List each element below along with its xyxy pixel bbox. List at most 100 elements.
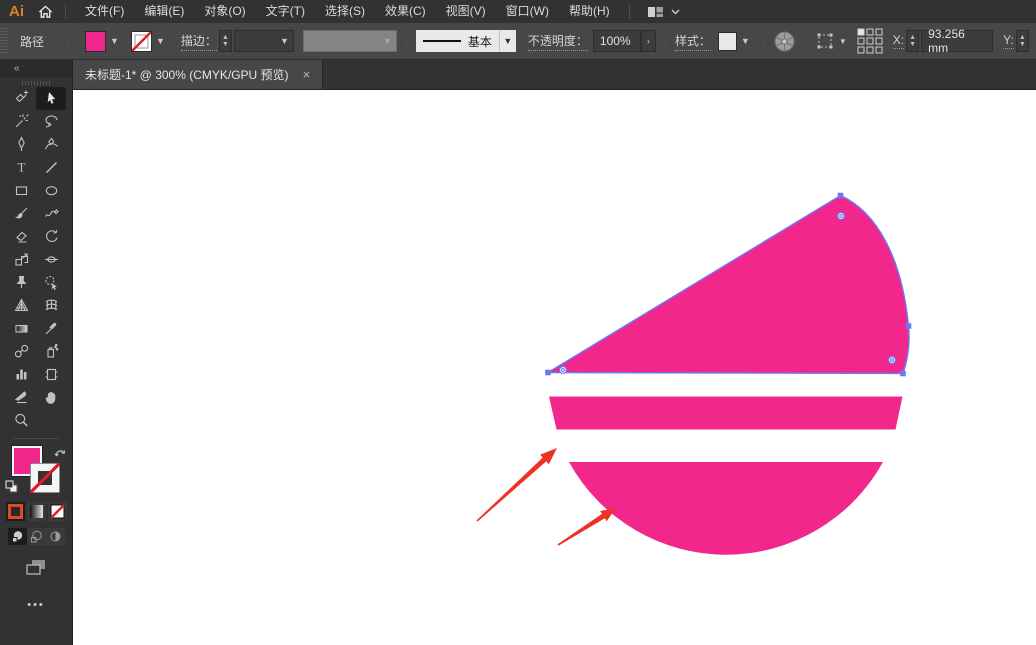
stroke-weight-label[interactable]: 描边： (181, 32, 217, 51)
panel-grip[interactable] (22, 81, 50, 85)
paintbrush-tool[interactable] (6, 202, 36, 225)
band-shape[interactable] (549, 397, 903, 430)
style-swatch[interactable] (718, 32, 737, 51)
menu-select[interactable]: 选择(S) (315, 0, 375, 23)
bowl-shape[interactable] (569, 462, 883, 555)
swap-fill-stroke-icon[interactable] (54, 445, 67, 463)
default-fill-stroke-icon[interactable] (5, 480, 18, 498)
x-coordinate-field[interactable]: 93.256 mm (921, 30, 993, 52)
eraser-tool[interactable] (6, 225, 36, 248)
pen-tool[interactable] (6, 133, 36, 156)
selection-type-label: 路径 (20, 33, 44, 50)
close-icon[interactable]: × (303, 67, 311, 82)
document-area: 未标题-1* @ 300% (CMYK/GPU 预览) × (73, 60, 1036, 645)
fan-shape[interactable] (548, 196, 909, 374)
selection-tool[interactable] (36, 87, 66, 110)
curvature-tool[interactable] (36, 133, 66, 156)
rectangle-tool[interactable] (6, 179, 36, 202)
opacity-label[interactable]: 不透明度： (528, 32, 588, 51)
eyedropper-tool[interactable] (36, 317, 66, 340)
stroke-none-swatch[interactable] (131, 31, 152, 52)
reference-point-locator[interactable] (857, 28, 883, 54)
width-tool[interactable] (36, 248, 66, 271)
none-button[interactable] (48, 502, 67, 521)
gradient-tool[interactable] (6, 317, 36, 340)
artwork (73, 90, 1036, 645)
brush-definition-combo[interactable]: ▼ (303, 30, 397, 52)
width-profile-combo[interactable]: 基本 (416, 30, 499, 52)
menu-effect[interactable]: 效果(C) (375, 0, 436, 23)
home-icon[interactable] (34, 5, 56, 19)
perspective-grid-tool[interactable] (6, 294, 36, 317)
zoom-tool[interactable] (6, 409, 36, 432)
type-tool[interactable]: T (6, 156, 36, 179)
chevron-down-icon[interactable]: ▼ (499, 30, 516, 52)
divider (763, 34, 764, 49)
menu-window[interactable]: 窗口(W) (496, 0, 559, 23)
chevron-down-icon[interactable]: ▼ (737, 36, 754, 46)
stroke-profile-preview (423, 40, 461, 42)
gradient-button[interactable] (27, 502, 46, 521)
stroke-color-indicator[interactable] (30, 463, 60, 493)
stroke-weight-combo[interactable]: ▼ (234, 30, 294, 52)
pen-plus-tool[interactable] (6, 87, 36, 110)
line-segment-tool[interactable] (36, 156, 66, 179)
color-button[interactable] (6, 502, 25, 521)
slice-tool[interactable] (6, 386, 36, 409)
column-graph-tool[interactable] (6, 363, 36, 386)
opacity-field[interactable]: 100% (593, 30, 641, 52)
rotate-tool[interactable] (36, 225, 66, 248)
menu-view[interactable]: 视图(V) (436, 0, 496, 23)
document-tab[interactable]: 未标题-1* @ 300% (CMYK/GPU 预览) × (73, 60, 323, 89)
divider (805, 34, 806, 49)
pin-tool[interactable] (6, 271, 36, 294)
menu-edit[interactable]: 编辑(E) (134, 0, 194, 23)
x-coordinate-label[interactable]: X: (893, 33, 904, 49)
tool-spacer (36, 409, 66, 432)
menu-type[interactable]: 文字(T) (256, 0, 315, 23)
menu-file[interactable]: 文件(F) (75, 0, 134, 23)
artboard-tool[interactable] (36, 363, 66, 386)
draw-normal-button[interactable] (8, 528, 27, 545)
blend-tool[interactable] (6, 340, 36, 363)
y-stepper[interactable]: ▲▼ (1016, 30, 1029, 52)
fill-color-control[interactable]: ▼ (85, 31, 123, 52)
mesh-tool[interactable] (36, 294, 66, 317)
paint-attribute-buttons (6, 502, 67, 521)
panel-grip[interactable] (0, 28, 8, 54)
annotation-arrow-1 (477, 448, 558, 522)
scale-tool[interactable] (6, 248, 36, 271)
edit-toolbar-button[interactable]: ••• (27, 599, 45, 611)
chevron-down-icon: ▼ (835, 37, 851, 46)
lasso-tool[interactable] (36, 110, 66, 133)
transform-button[interactable]: ▼ (815, 31, 851, 51)
workspace-switcher[interactable] (647, 5, 680, 19)
opacity-more-button[interactable]: › (641, 30, 656, 52)
x-stepper[interactable]: ▲▼ (906, 30, 919, 52)
shape-builder-tool[interactable] (36, 271, 66, 294)
recolor-artwork-button[interactable] (773, 30, 796, 53)
draw-behind-button[interactable] (27, 528, 46, 545)
y-coordinate-label[interactable]: Y: (1003, 33, 1014, 49)
illustrator-window: Ai 文件(F) 编辑(E) 对象(O) 文字(T) 选择(S) 效果(C) 视… (0, 0, 1036, 645)
draw-inside-button[interactable] (46, 528, 65, 545)
drawing-mode-buttons (8, 528, 65, 545)
menu-object[interactable]: 对象(O) (194, 0, 255, 23)
artboard-canvas[interactable] (73, 90, 1036, 645)
stroke-color-control[interactable]: ▼ (131, 31, 169, 52)
style-label[interactable]: 样式： (675, 32, 711, 51)
document-tab-bar: 未标题-1* @ 300% (CMYK/GPU 预览) × (73, 60, 1036, 90)
screen-mode-icon[interactable] (24, 558, 48, 583)
divider (406, 34, 407, 49)
symbol-sprayer-tool[interactable] (36, 340, 66, 363)
stroke-weight-stepper[interactable]: ▲▼ (219, 30, 232, 52)
shaper-tool[interactable] (36, 202, 66, 225)
ellipse-tool[interactable] (36, 179, 66, 202)
magic-wand-tool[interactable] (6, 110, 36, 133)
divider (65, 4, 66, 19)
fill-color-swatch[interactable] (85, 31, 106, 52)
panel-collapse-button[interactable]: « (0, 60, 72, 77)
workspace-icon (647, 5, 664, 19)
menu-help[interactable]: 帮助(H) (559, 0, 620, 23)
hand-tool[interactable] (36, 386, 66, 409)
